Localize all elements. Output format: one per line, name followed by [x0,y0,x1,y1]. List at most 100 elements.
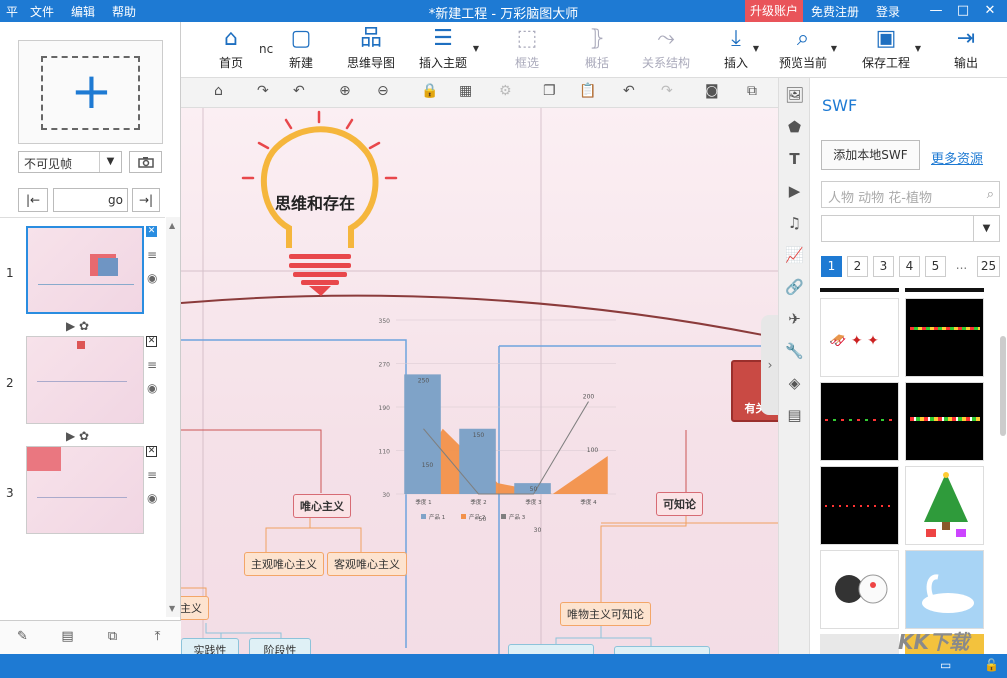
frame-thumbnail[interactable] [26,446,144,534]
back-icon[interactable]: ↶ [623,83,635,99]
close-icon[interactable]: ✕ [977,0,1003,22]
upgrade-account-button[interactable]: 升级账户 [745,0,803,22]
delete-frame-icon[interactable]: ✕ [146,446,157,457]
home-icon[interactable]: ⌂ [214,83,223,99]
shape-icon[interactable]: ⬟ [779,118,810,136]
frame-number-input[interactable]: go [53,188,128,212]
swf-thumb[interactable] [905,288,984,292]
screen-icon[interactable]: ▭ [940,658,951,672]
swf-thumb-swan[interactable] [905,550,984,629]
edit-frame-icon[interactable]: ✎ [0,629,45,644]
link-icon[interactable]: 🔗 [779,278,810,296]
zoom-in-icon[interactable]: ⊕ [339,83,351,99]
node-jieduan[interactable]: 阶段性 [249,638,311,654]
play-icon[interactable]: ▶ ✿ [66,429,89,443]
swf-thumb[interactable] [820,288,899,292]
node-zhuyi[interactable]: 主义 [181,596,209,620]
chart-icon[interactable]: 📈 [779,246,810,264]
first-frame-icon[interactable]: |← [18,188,48,212]
frame-list-scrollbar[interactable]: ▲▼ [166,217,180,617]
login-link[interactable]: 登录 [876,3,900,20]
swf-thumb-lights[interactable] [905,298,984,377]
mindmap-canvas[interactable]: 思维和存在 3502701901103025015050150503010020… [181,108,778,654]
swf-thumb-lights[interactable] [820,466,899,545]
new-button[interactable]: ▢新建 [281,22,321,78]
swf-thumb[interactable] [820,634,899,654]
swf-thumb-garland[interactable] [905,382,984,461]
page-5[interactable]: 5 [925,256,946,277]
camera-icon[interactable] [129,151,162,173]
frame-visibility-select[interactable]: 不可见帧 ▼ [18,151,122,173]
mindmap-button[interactable]: 品思维导图 [341,22,401,78]
settings-icon[interactable]: ⚙ [499,83,512,99]
delete-frame-icon[interactable]: ✕ [146,226,157,237]
page-3[interactable]: 3 [873,256,894,277]
music-icon[interactable]: ♫ [779,214,810,232]
menu-icon[interactable]: ≡ [147,358,157,372]
video-icon[interactable]: ▶ [779,182,810,200]
lock-icon[interactable]: 🔓 [984,658,999,672]
collapse-panel-chevron-icon[interactable]: › [761,315,779,415]
node-weixin[interactable]: 唯心主义 [293,494,351,518]
search-icon[interactable]: ⌕ [987,187,994,202]
forward-icon[interactable]: ↷ [661,83,673,99]
insert-button[interactable]: ⤓插入▼ [721,22,751,78]
fullscreen-icon[interactable]: ⧉ [747,83,757,99]
play-icon[interactable]: ▶ ✿ [66,319,89,333]
panel-scrollbar[interactable] [1000,336,1006,436]
node-weiwu[interactable]: 唯物主义可知论 [560,602,651,626]
eye-icon[interactable]: ◉ [147,491,157,505]
node-kezhi[interactable]: 可知论 [656,492,703,516]
page-25[interactable]: 25 [977,256,1000,277]
search-input[interactable]: 人物 动物 花-植物⌕ [821,181,1000,208]
plane-icon[interactable]: ✈ [779,310,810,328]
go-button[interactable]: go [108,193,123,207]
minimize-icon[interactable]: — [923,0,949,22]
menu-icon[interactable]: ≡ [147,248,157,262]
frame-settings-icon[interactable]: ▤ [45,629,90,644]
preview-button[interactable]: ⌕预览当前▼ [777,22,829,78]
add-local-swf-button[interactable]: 添加本地SWF [821,140,920,170]
bar-chart[interactable]: 35027019011030250150501505030100200季度 1季… [366,308,626,533]
export-button[interactable]: ⇥输出 [951,22,981,78]
add-frame-button[interactable]: + [18,40,163,144]
central-topic[interactable]: 思维和存在 [275,190,355,214]
undo-icon[interactable]: ↶ [293,83,305,99]
eye-icon[interactable]: ◉ [147,381,157,395]
transition-icon[interactable]: ⧉ [90,629,135,644]
delete-frame-icon[interactable]: ✕ [146,336,157,347]
grid-icon[interactable]: ▦ [459,83,472,99]
relation-button[interactable]: ⤳关系结构 [637,22,695,78]
more-resources-link[interactable]: 更多资源 [931,148,983,167]
frame-select-button[interactable]: ⬚框选 [507,22,547,78]
home-button[interactable]: ⌂首页 [209,22,253,78]
node-keguan[interactable]: 客观唯心主义 [327,552,407,576]
page-2[interactable]: 2 [847,256,868,277]
swf-icon[interactable]: 🔧 [779,342,810,360]
snapshot-icon[interactable]: ◙ [705,83,719,99]
swf-thumb-cats[interactable] [820,550,899,629]
category-select[interactable]: ▼ [821,215,1000,242]
frame-thumbnail[interactable] [26,336,144,424]
swf-thumb-tree[interactable] [905,466,984,545]
layers-icon[interactable]: ◈ [779,374,810,392]
swf-thumb-sleigh[interactable]: 🛷 ✦ ✦ [820,298,899,377]
paste-icon[interactable]: 📋 [579,83,596,99]
node-shijian[interactable]: 实践性 [181,638,239,654]
last-frame-icon[interactable]: →| [132,188,160,212]
redo-icon[interactable]: ↷ [257,83,269,99]
storage-icon[interactable]: ▤ [779,406,810,424]
maximize-icon[interactable]: □ [950,0,976,22]
zoom-out-icon[interactable]: ⊖ [377,83,389,99]
page-4[interactable]: 4 [899,256,920,277]
register-link[interactable]: 免费注册 [811,3,859,20]
text-icon[interactable]: T [779,150,810,168]
node-zhuguan[interactable]: 主观唯心主义 [244,552,324,576]
menu-icon[interactable]: ≡ [147,468,157,482]
node-child[interactable] [508,644,594,654]
frame-thumbnail[interactable] [26,226,144,314]
eye-icon[interactable]: ◉ [147,271,157,285]
swf-thumb-lights[interactable] [820,382,899,461]
lock-icon[interactable]: 🔒 [421,83,438,99]
save-button[interactable]: ▣保存工程▼ [859,22,913,78]
